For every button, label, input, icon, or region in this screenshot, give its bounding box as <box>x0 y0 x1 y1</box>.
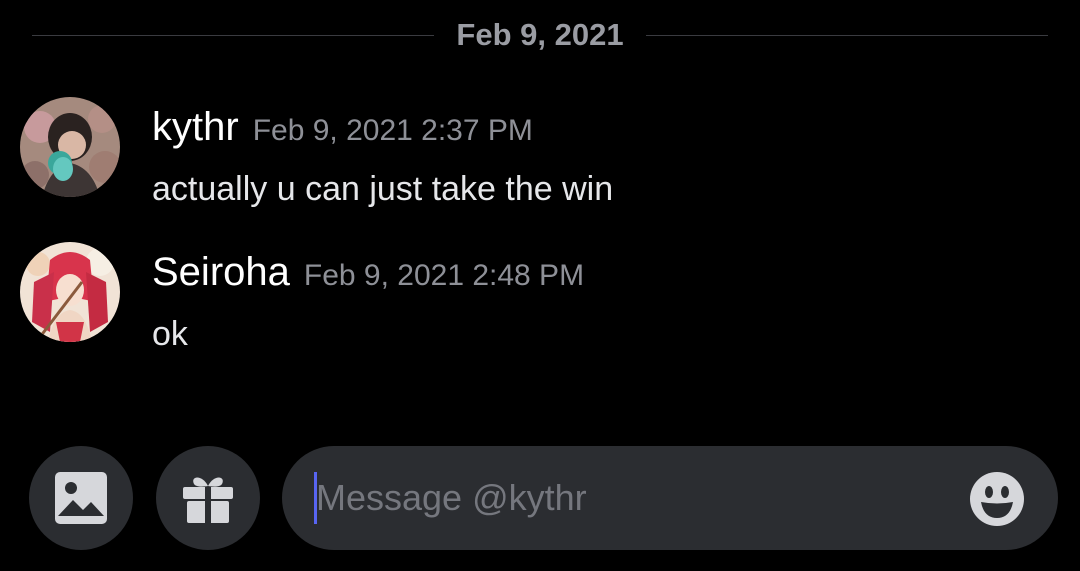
user-avatar-icon[interactable] <box>20 97 120 197</box>
user-avatar-icon[interactable] <box>20 242 120 342</box>
message-item: kythr Feb 9, 2021 2:37 PM actually u can … <box>20 97 1060 208</box>
message-text: ok <box>152 315 188 353</box>
divider-line-right <box>646 35 1048 36</box>
attach-image-button[interactable] <box>29 446 133 550</box>
message-input[interactable]: Message @kythr <box>282 446 1058 550</box>
message-timestamp: Feb 9, 2021 2:48 PM <box>303 259 585 292</box>
emoji-icon[interactable] <box>970 472 1024 526</box>
message-timestamp: Feb 9, 2021 2:37 PM <box>252 114 533 147</box>
message-header: Seiroha Feb 9, 2021 2:48 PM <box>152 248 584 300</box>
dm-chat-screen: Feb 9, 2021 kythr Feb 9, 2021 2:37 PM act… <box>0 0 1080 571</box>
message-text: actually u can just take the win <box>152 170 614 208</box>
message-item: Seiroha Feb 9, 2021 2:48 PM ok <box>20 242 1060 353</box>
gift-button[interactable] <box>156 446 260 550</box>
message-author[interactable]: Seiroha <box>152 250 290 294</box>
date-divider-label: Feb 9, 2021 <box>456 17 624 52</box>
gift-icon <box>183 477 233 523</box>
image-icon <box>55 472 107 524</box>
divider-line-left <box>32 35 434 36</box>
message-header: kythr Feb 9, 2021 2:37 PM <box>152 103 533 155</box>
message-input-placeholder: Message @kythr <box>316 477 587 518</box>
message-author[interactable]: kythr <box>152 105 239 149</box>
